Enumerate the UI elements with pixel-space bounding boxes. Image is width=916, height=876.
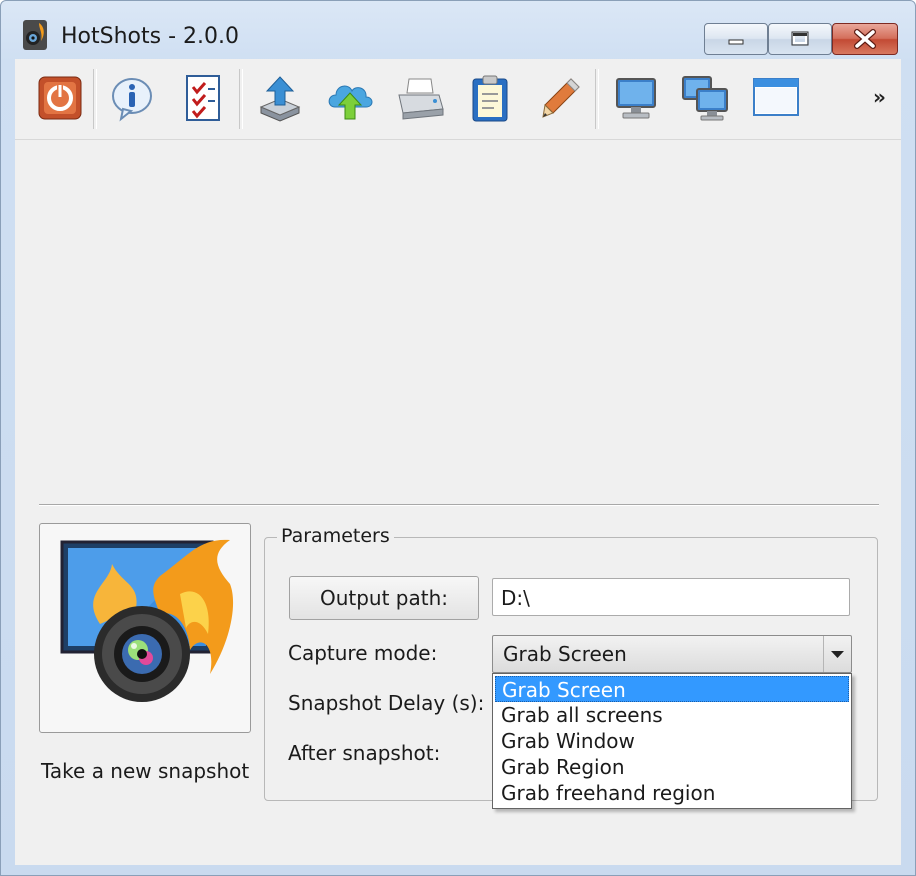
dropdown-option[interactable]: Grab Window	[495, 728, 849, 754]
clipboard-icon	[472, 75, 508, 122]
window-icon	[753, 78, 799, 116]
output-path-button[interactable]: Output path:	[289, 576, 479, 620]
grab-screen-button[interactable]	[611, 73, 661, 123]
snapshot-delay-label: Snapshot Delay (s):	[288, 691, 485, 715]
preferences-button[interactable]	[179, 73, 229, 123]
grab-window-button[interactable]	[751, 73, 801, 123]
grab-all-screens-button[interactable]	[681, 73, 731, 123]
capture-mode-dropdown: Grab Screen Grab all screens Grab Window…	[492, 673, 852, 809]
power-icon	[38, 76, 82, 120]
cloud-upload-button[interactable]	[325, 73, 375, 123]
checklist-icon	[186, 75, 220, 121]
upload-button[interactable]	[255, 73, 305, 123]
info-icon	[112, 78, 152, 122]
take-snapshot-button[interactable]	[39, 523, 251, 733]
client-area: » Take a new snapshot Parameters Output …	[15, 59, 901, 865]
dropdown-option[interactable]: Grab all screens	[495, 702, 849, 728]
capture-mode-value: Grab Screen	[503, 642, 627, 666]
monitor-icon	[616, 78, 656, 119]
toolbar-overflow-button[interactable]: »	[873, 85, 886, 109]
title-bar[interactable]: HotShots - 2.0.0	[1, 1, 915, 57]
print-button[interactable]	[395, 73, 445, 123]
output-path-field[interactable]: D:\	[492, 578, 850, 616]
dropdown-arrow-button[interactable]	[823, 636, 851, 672]
snapshot-camera-icon	[60, 539, 234, 702]
minimize-icon	[728, 39, 744, 45]
dropdown-option[interactable]: Grab Screen	[495, 676, 849, 702]
toolbar-separator	[239, 69, 243, 129]
maximize-icon	[791, 31, 809, 46]
window-title: HotShots - 2.0.0	[61, 24, 239, 49]
app-logo-icon	[23, 20, 47, 50]
app-window: HotShots - 2.0.0 » Take a new snapshot P…	[0, 0, 916, 876]
dropdown-option[interactable]: Grab freehand region	[495, 780, 849, 806]
cloud-upload-icon	[328, 85, 373, 120]
upload-icon	[259, 76, 301, 122]
printer-icon	[398, 78, 444, 120]
capture-mode-select[interactable]: Grab Screen	[492, 635, 852, 673]
pencil-icon	[542, 78, 580, 118]
close-icon	[854, 29, 876, 49]
toolbar-separator	[595, 69, 599, 129]
capture-mode-label: Capture mode:	[288, 641, 438, 665]
divider	[39, 504, 879, 506]
after-snapshot-label: After snapshot:	[288, 741, 441, 765]
chevron-down-icon	[831, 651, 844, 658]
minimize-button[interactable]	[704, 23, 768, 55]
dropdown-option[interactable]: Grab Region	[495, 754, 849, 780]
toolbar: »	[15, 59, 901, 140]
maximize-button[interactable]	[768, 23, 832, 55]
about-button[interactable]	[107, 73, 157, 123]
close-button[interactable]	[832, 23, 898, 55]
copy-button[interactable]	[465, 73, 515, 123]
dual-monitor-icon	[682, 76, 728, 121]
edit-button[interactable]	[535, 73, 585, 123]
parameters-legend: Parameters	[277, 525, 394, 547]
toolbar-separator	[93, 69, 97, 129]
quit-button[interactable]	[35, 73, 85, 123]
snapshot-label: Take a new snapshot	[41, 759, 250, 783]
